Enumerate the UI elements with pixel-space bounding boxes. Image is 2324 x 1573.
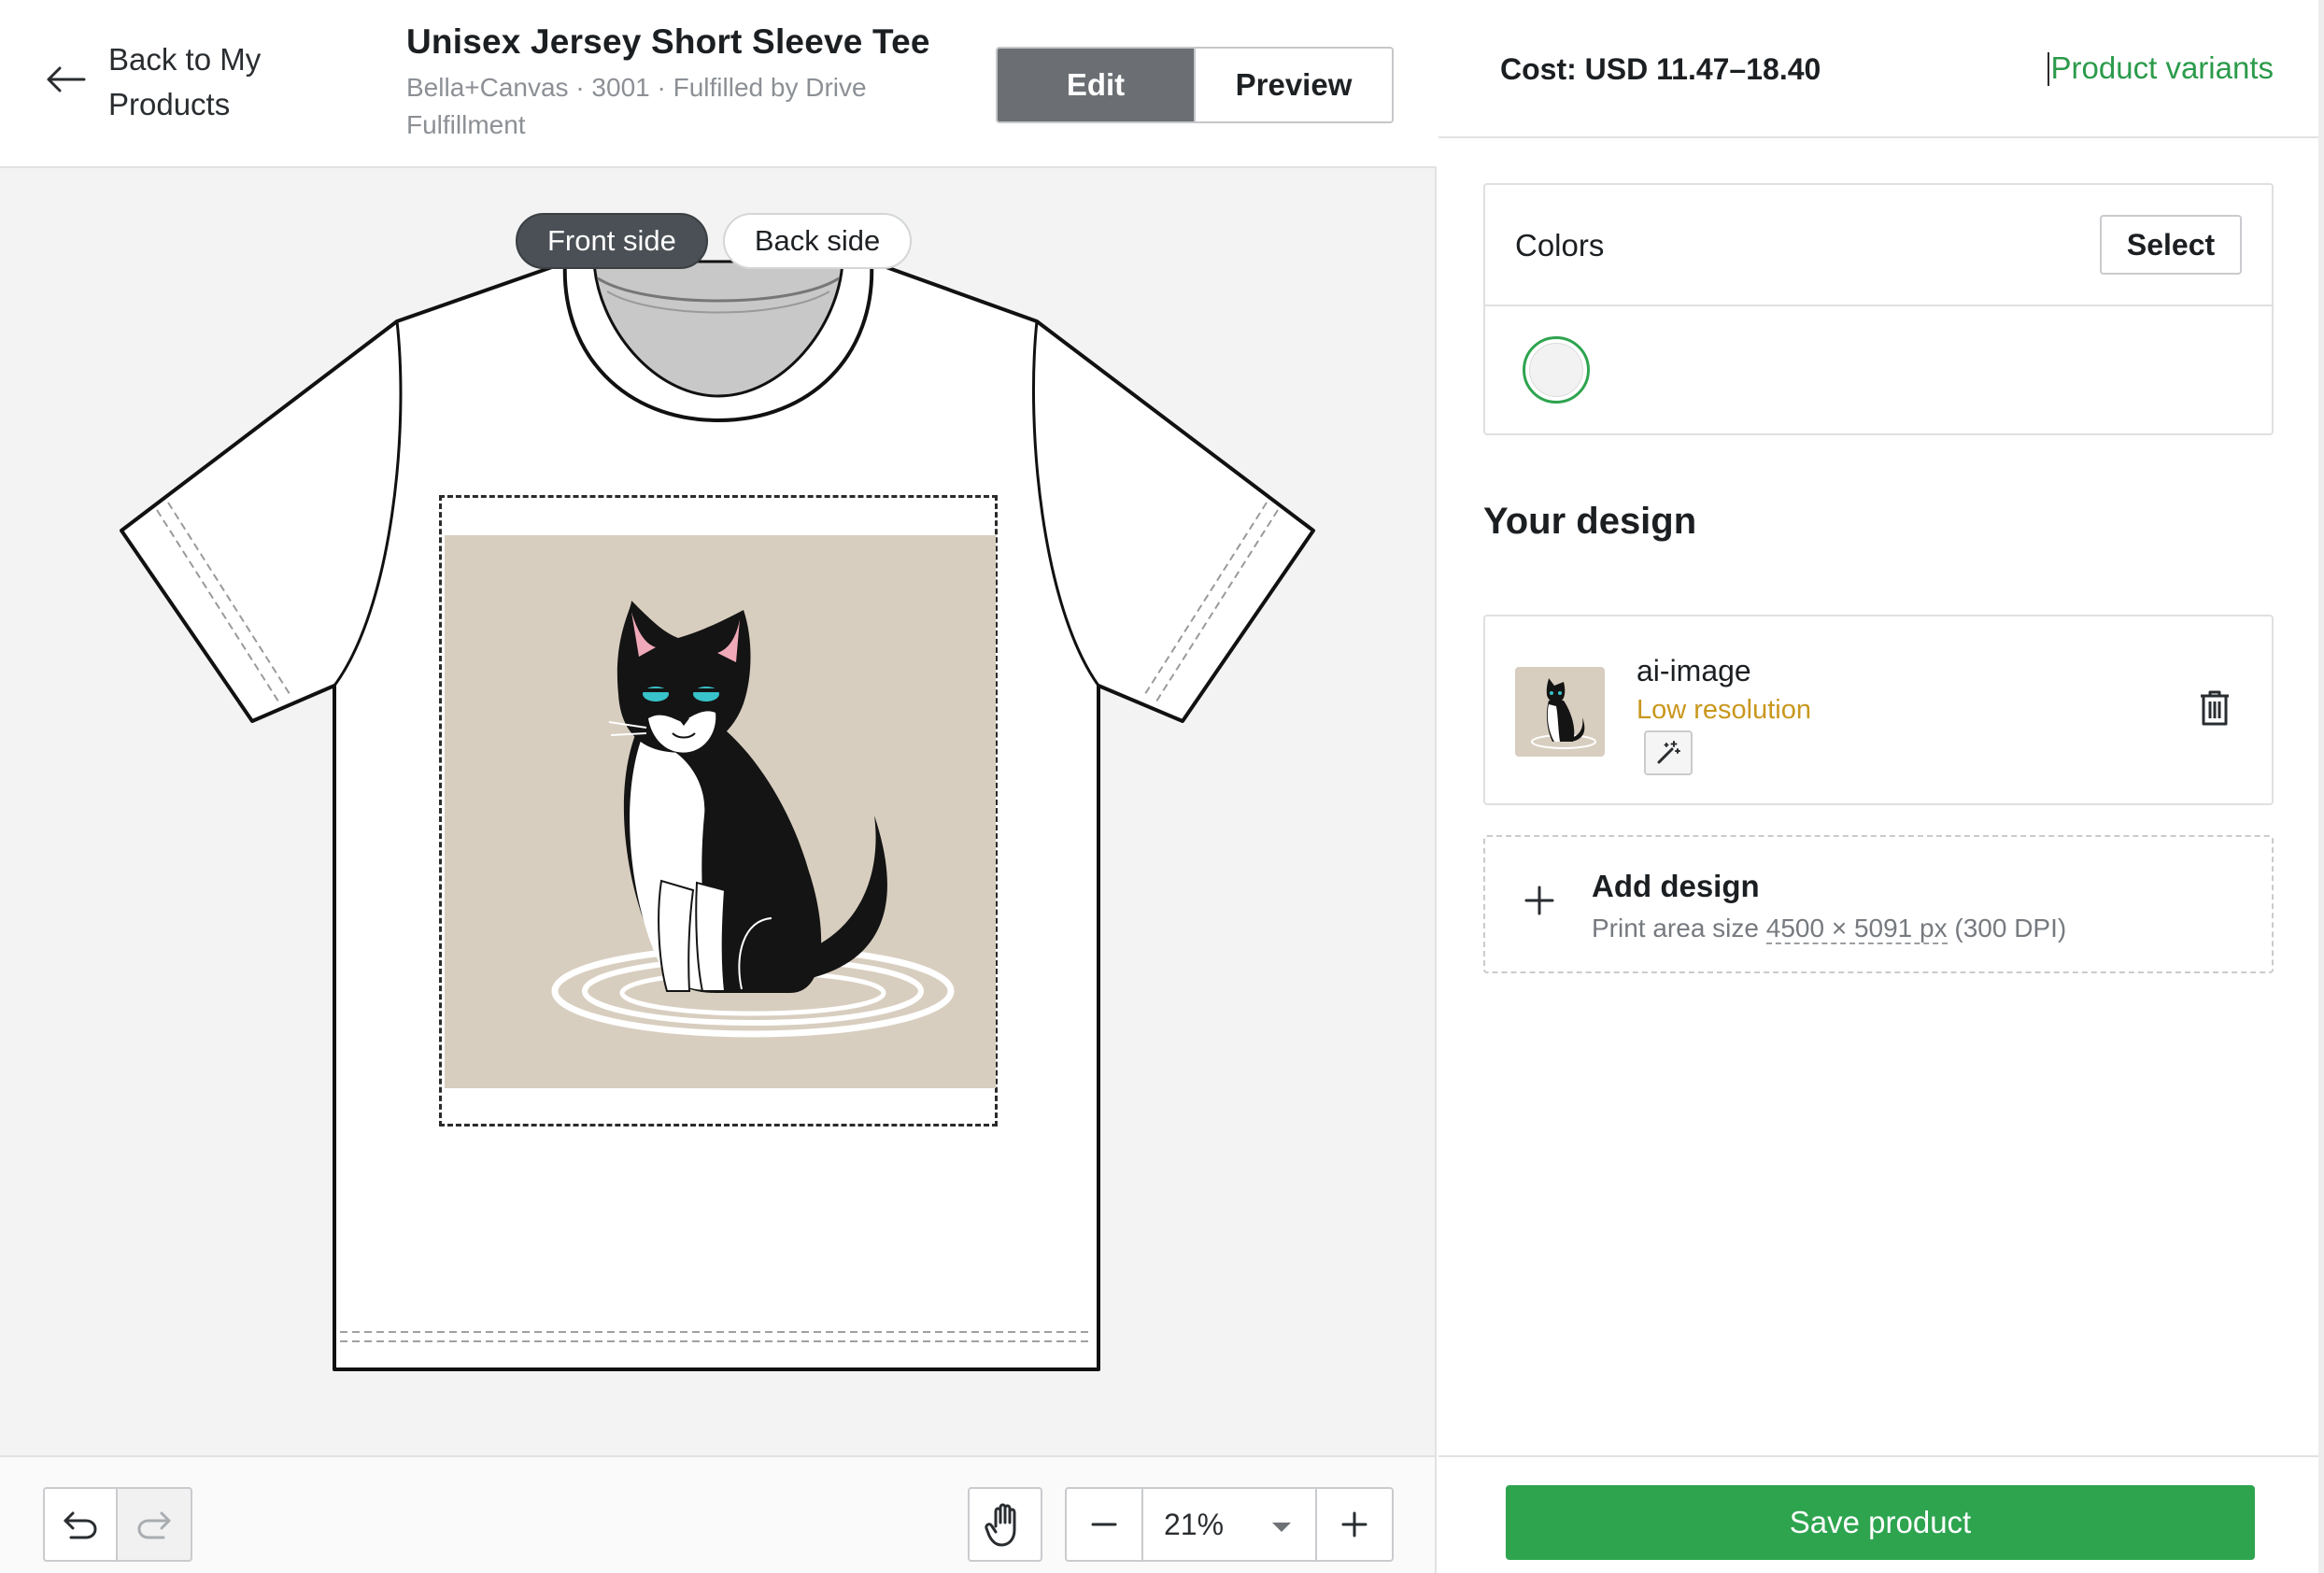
plus-icon	[1341, 1511, 1367, 1538]
canvas-toolbar: 21%	[0, 1455, 1437, 1573]
plus-icon	[1524, 886, 1554, 915]
print-area-size: 4500 × 5091 px	[1765, 914, 1948, 944]
colors-card-header: Colors Select	[1485, 185, 2272, 306]
zoom-in-button[interactable]	[1317, 1489, 1392, 1560]
minus-icon	[1091, 1523, 1117, 1526]
print-area[interactable]	[439, 495, 998, 1127]
product-cost: Cost: USD 11.47–18.40	[1500, 52, 1821, 86]
hand-icon	[985, 1503, 1016, 1547]
side-switcher: Front side Back side	[516, 213, 913, 269]
design-layer-card[interactable]: ai-image Low resolution	[1483, 615, 2274, 805]
zoom-out-button[interactable]	[1067, 1489, 1141, 1560]
back-to-products-link[interactable]: Back to My Products	[45, 37, 295, 127]
front-side-tab[interactable]: Front side	[516, 213, 708, 269]
trash-icon	[2201, 690, 2229, 726]
delete-design-button[interactable]	[2199, 689, 2231, 731]
cost-bar: Cost: USD 11.47–18.40 Product variants	[1438, 0, 2324, 138]
color-swatch-selected[interactable]	[1523, 336, 1590, 404]
print-area-info: Print area size 4500 × 5091 px (300 DPI)	[1592, 914, 2067, 944]
sidebar-scrollbar[interactable]	[2318, 0, 2324, 1573]
cat-artwork	[551, 601, 955, 1038]
product-title: Unisex Jersey Short Sleeve Tee	[406, 22, 930, 61]
design-canvas[interactable]: Front side Back side	[0, 168, 1437, 1455]
low-resolution-warning: Low resolution	[1637, 695, 1811, 725]
your-design-heading: Your design	[1483, 501, 1697, 542]
save-bar: Save product	[1438, 1455, 2324, 1573]
editor-header: Back to My Products Unisex Jersey Short …	[0, 0, 1437, 168]
add-design-title: Add design	[1592, 869, 1760, 903]
design-name: ai-image	[1637, 654, 1751, 687]
preview-mode-button[interactable]: Preview	[1194, 49, 1392, 121]
back-label: Back to My Products	[108, 42, 262, 121]
pan-tool-button[interactable]	[968, 1487, 1042, 1562]
design-sidebar: Cost: USD 11.47–18.40 Product variants C…	[1438, 0, 2324, 1573]
colors-card: Colors Select	[1483, 183, 2274, 435]
save-product-button[interactable]: Save product	[1506, 1485, 2255, 1560]
product-subtitle: Bella+Canvas · 3001 · Fulfilled by Drive…	[406, 73, 867, 139]
undo-button[interactable]	[43, 1487, 118, 1562]
print-area-prefix: Print area size	[1592, 914, 1766, 942]
zoom-control: 21%	[1065, 1487, 1394, 1562]
color-swatch-fill	[1529, 343, 1583, 397]
edit-mode-button[interactable]: Edit	[998, 49, 1194, 121]
colors-label: Colors	[1515, 228, 1605, 262]
print-area-dpi: (300 DPI)	[1947, 914, 2067, 942]
cat-thumbnail-image	[1531, 678, 1596, 749]
zoom-level-value: 21%	[1164, 1507, 1225, 1541]
add-design-button[interactable]: Add design Print area size 4500 × 5091 p…	[1483, 835, 2274, 973]
redo-icon	[137, 1511, 171, 1539]
design-thumbnail	[1515, 667, 1605, 757]
mode-toggle: Edit Preview	[996, 47, 1394, 123]
caret-down-icon	[1272, 1523, 1291, 1532]
magic-wand-icon	[1657, 741, 1680, 764]
enhance-button[interactable]	[1644, 730, 1693, 775]
design-image[interactable]	[445, 535, 996, 1088]
select-colors-button[interactable]: Select	[2100, 215, 2242, 275]
back-side-tab[interactable]: Back side	[722, 213, 913, 269]
redo-button[interactable]	[118, 1487, 192, 1562]
zoom-level-select[interactable]: 21%	[1141, 1489, 1317, 1560]
arrow-left-icon	[47, 66, 86, 92]
undo-icon	[64, 1511, 97, 1539]
product-variants-link[interactable]: Product variants	[2047, 50, 2274, 86]
